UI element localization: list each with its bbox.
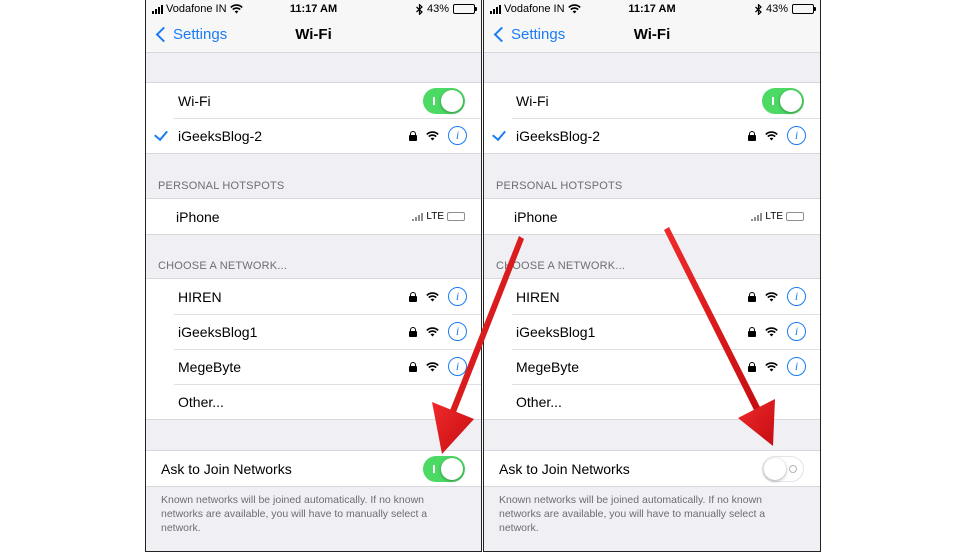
signal-icon: [412, 212, 424, 221]
hotspot-name: iPhone: [176, 208, 220, 225]
info-icon[interactable]: i: [448, 287, 467, 306]
wifi-label: Wi-Fi: [516, 92, 549, 109]
navigation-bar: Settings Wi-Fi: [484, 20, 820, 53]
wifi-toggle-row: Wi-Fi: [146, 83, 481, 118]
other-label: Other...: [178, 393, 224, 410]
network-name: MegeByte: [516, 358, 580, 375]
ask-to-join-toggle[interactable]: [762, 455, 804, 482]
network-name: iGeeksBlog1: [516, 323, 596, 340]
network-row[interactable]: HIREN i: [484, 279, 820, 314]
info-icon[interactable]: i: [448, 126, 467, 145]
choose-network-header: CHOOSE A NETWORK...: [496, 260, 626, 272]
checkmark-icon: [492, 126, 506, 142]
battery-icon: [447, 212, 465, 221]
info-icon[interactable]: i: [787, 126, 806, 145]
other-label: Other...: [516, 393, 562, 410]
lock-icon: [748, 130, 756, 141]
hotspot-group: iPhone LTE: [484, 198, 820, 235]
wifi-toggle[interactable]: [762, 87, 804, 114]
hotspot-name: iPhone: [514, 208, 558, 225]
network-row[interactable]: iGeeksBlog1 i: [146, 314, 481, 349]
lock-icon: [409, 361, 417, 372]
lock-icon: [409, 130, 417, 141]
info-icon[interactable]: i: [787, 287, 806, 306]
ask-to-join-footer: Known networks will be joined automatica…: [499, 494, 766, 534]
hotspots-header: PERSONAL HOTSPOTS: [496, 180, 623, 192]
network-name: HIREN: [516, 288, 560, 305]
choose-network-header: CHOOSE A NETWORK...: [158, 260, 288, 272]
battery-percent: 43%: [426, 3, 449, 15]
ask-to-join-group: Ask to Join Networks: [484, 450, 820, 487]
battery-icon: [786, 212, 804, 221]
ask-to-join-group: Ask to Join Networks: [146, 450, 481, 487]
ask-to-join-row: Ask to Join Networks: [484, 451, 820, 486]
wifi-toggle-row: Wi-Fi: [484, 83, 820, 118]
signal-icon: [751, 212, 763, 221]
wifi-icon: [426, 130, 439, 140]
settings-screen-left: Vodafone IN 11:17 AM 43% Settings Wi-Fi …: [145, 0, 482, 552]
network-name: iGeeksBlog-2: [178, 127, 263, 144]
connected-network-row[interactable]: iGeeksBlog-2 i: [146, 118, 481, 153]
lock-icon: [748, 326, 756, 337]
network-name: iGeeksBlog-2: [516, 127, 601, 144]
connected-network-row[interactable]: iGeeksBlog-2 i: [484, 118, 820, 153]
info-icon[interactable]: i: [448, 322, 467, 341]
hotspot-network-type: LTE: [426, 211, 444, 222]
network-row[interactable]: iGeeksBlog1 i: [484, 314, 820, 349]
settings-screen-right: Vodafone IN 11:17 AM 43% Settings Wi-Fi …: [483, 0, 821, 552]
hotspot-row[interactable]: iPhone LTE: [146, 199, 481, 234]
wifi-icon: [426, 326, 439, 336]
hotspot-row[interactable]: iPhone LTE: [484, 199, 820, 234]
lock-icon: [748, 361, 756, 372]
wifi-group: Wi-Fi iGeeksBlog-2 i: [146, 82, 481, 154]
battery-icon: [792, 4, 816, 14]
network-list: HIREN i iGeeksBlog1 i MegeByte i Other..…: [146, 278, 481, 420]
page-title: Wi-Fi: [295, 26, 332, 43]
network-name: HIREN: [178, 288, 222, 305]
other-network-row[interactable]: Other...: [146, 384, 481, 419]
network-name: iGeeksBlog1: [178, 323, 258, 340]
wifi-icon: [765, 361, 778, 371]
battery-icon: [453, 4, 477, 14]
network-row[interactable]: MegeByte i: [146, 349, 481, 384]
info-icon[interactable]: i: [448, 357, 467, 376]
status-bar: Vodafone IN 11:17 AM 43%: [484, 0, 820, 20]
lock-icon: [409, 291, 417, 302]
wifi-icon: [426, 291, 439, 301]
bluetooth-icon: [416, 3, 423, 15]
network-name: MegeByte: [178, 358, 242, 375]
wifi-icon: [765, 130, 778, 140]
hotspot-network-type: LTE: [765, 211, 783, 222]
ask-to-join-label: Ask to Join Networks: [161, 460, 292, 477]
wifi-toggle[interactable]: [423, 87, 465, 114]
network-row[interactable]: MegeByte i: [484, 349, 820, 384]
network-list: HIREN i iGeeksBlog1 i MegeByte i Other..…: [484, 278, 820, 420]
page-title: Wi-Fi: [633, 26, 671, 43]
ask-to-join-row: Ask to Join Networks: [146, 451, 481, 486]
hotspots-header: PERSONAL HOTSPOTS: [158, 180, 285, 192]
status-bar: Vodafone IN 11:17 AM 43%: [146, 0, 481, 20]
wifi-label: Wi-Fi: [178, 92, 211, 109]
wifi-icon: [426, 361, 439, 371]
ask-to-join-toggle[interactable]: [423, 455, 465, 482]
info-icon[interactable]: i: [787, 322, 806, 341]
wifi-group: Wi-Fi iGeeksBlog-2 i: [484, 82, 820, 154]
wifi-icon: [765, 326, 778, 336]
ask-to-join-footer: Known networks will be joined automatica…: [161, 494, 428, 534]
bluetooth-icon: [755, 3, 762, 15]
wifi-icon: [765, 291, 778, 301]
ask-to-join-label: Ask to Join Networks: [499, 460, 630, 477]
info-icon[interactable]: i: [787, 357, 806, 376]
lock-icon: [748, 291, 756, 302]
navigation-bar: Settings Wi-Fi: [146, 20, 481, 53]
network-row[interactable]: HIREN i: [146, 279, 481, 314]
checkmark-icon: [154, 126, 168, 142]
other-network-row[interactable]: Other...: [484, 384, 820, 419]
battery-percent: 43%: [765, 3, 788, 15]
hotspot-group: iPhone LTE: [146, 198, 481, 235]
lock-icon: [409, 326, 417, 337]
